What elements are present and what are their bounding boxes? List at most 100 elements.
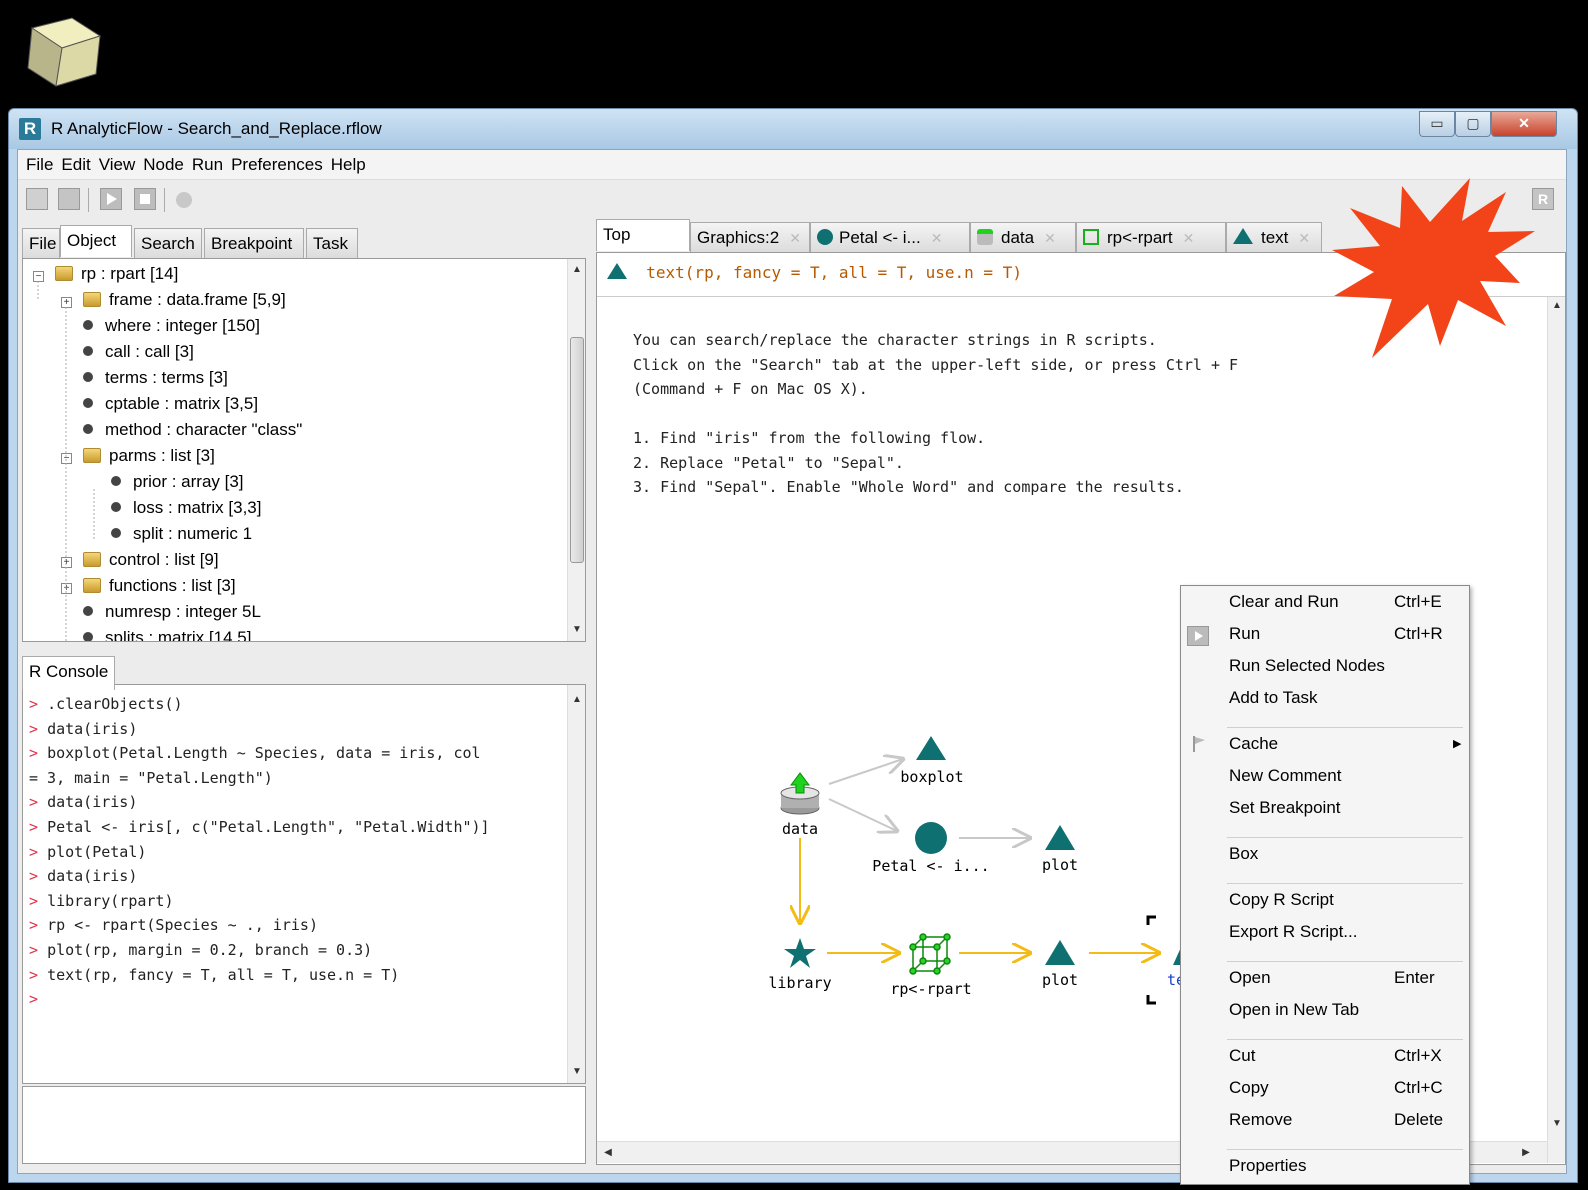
- ctx-copy-r-script[interactable]: Copy R Script: [1229, 890, 1459, 920]
- console-scrollbar[interactable]: ▲ ▼: [567, 685, 585, 1083]
- expand-icon[interactable]: +: [61, 297, 72, 308]
- r-console-output[interactable]: > .clearObjects() > data(iris) > boxplot(P…: [22, 684, 586, 1084]
- tree-row[interactable]: loss : matrix [3,3]: [111, 497, 261, 523]
- menu-run[interactable]: Run: [188, 150, 227, 180]
- tab-graphics-2[interactable]: Graphics:2 ✕: [690, 222, 810, 252]
- menu-edit[interactable]: Edit: [57, 150, 94, 180]
- minimize-button[interactable]: ▭: [1419, 111, 1455, 137]
- ctx-add-to-task[interactable]: Add to Task: [1229, 688, 1459, 718]
- object-tree: rp : rpart [14] − frame : data.frame [5,9]…: [22, 258, 586, 642]
- ctx-copy[interactable]: Copy Ctrl+C: [1229, 1078, 1459, 1108]
- tree-row[interactable]: method : character "class": [83, 419, 302, 445]
- ctx-open-in-new-tab[interactable]: Open in New Tab: [1229, 1000, 1459, 1030]
- tree-row[interactable]: numresp : integer 5L: [83, 601, 261, 627]
- close-button[interactable]: ✕: [1491, 111, 1557, 137]
- scroll-up-arrow-icon[interactable]: ▲: [568, 261, 585, 279]
- console-prompt: >: [29, 941, 48, 959]
- ctx-properties[interactable]: Properties: [1229, 1156, 1459, 1184]
- scroll-up-arrow-icon[interactable]: ▲: [568, 691, 585, 709]
- ctx-box[interactable]: Box: [1229, 844, 1459, 874]
- tab-search[interactable]: Search: [134, 228, 202, 258]
- tree-row[interactable]: cptable : matrix [3,5]: [83, 393, 258, 419]
- new-file-icon[interactable]: [26, 188, 48, 210]
- tree-row[interactable]: functions : list [3]: [83, 575, 236, 601]
- tree-row[interactable]: call : call [3]: [83, 341, 194, 367]
- ctx-run-selected-nodes[interactable]: Run Selected Nodes: [1229, 656, 1459, 686]
- collapse-icon[interactable]: −: [61, 453, 72, 464]
- ctx-export-r-script-[interactable]: Export R Script...: [1229, 922, 1459, 952]
- scroll-down-arrow-icon[interactable]: ▼: [568, 1063, 585, 1081]
- console-prompt: >: [29, 818, 48, 836]
- tree-row[interactable]: parms : list [3]: [83, 445, 215, 471]
- console-text: library(rpart): [47, 891, 174, 910]
- flow-scrollbar-vertical[interactable]: ▲ ▼: [1547, 297, 1565, 1163]
- close-tab-icon[interactable]: ✕: [931, 230, 943, 246]
- scroll-down-arrow-icon[interactable]: ▼: [568, 621, 585, 639]
- tree-row[interactable]: terms : terms [3]: [83, 367, 228, 393]
- tree-row[interactable]: split : numeric 1: [111, 523, 252, 549]
- expand-icon[interactable]: +: [61, 557, 72, 568]
- plot-node-icon[interactable]: [1045, 825, 1075, 850]
- scroll-thumb[interactable]: [570, 337, 584, 563]
- ctx-remove[interactable]: Remove Delete: [1229, 1110, 1459, 1140]
- maximize-button[interactable]: ▢: [1455, 111, 1491, 137]
- tab-task[interactable]: Task: [306, 228, 358, 258]
- close-tab-icon[interactable]: ✕: [1298, 230, 1310, 246]
- tree-row[interactable]: control : list [9]: [83, 549, 219, 575]
- menu-view[interactable]: View: [95, 150, 140, 180]
- close-tab-icon[interactable]: ✕: [1183, 230, 1195, 246]
- ctx-cut[interactable]: Cut Ctrl+X: [1229, 1046, 1459, 1076]
- rpart-node-icon[interactable]: [909, 933, 951, 975]
- scroll-up-arrow-icon[interactable]: ▲: [1548, 297, 1565, 315]
- tab-top[interactable]: Top: [596, 219, 690, 251]
- tree-row[interactable]: rp : rpart [14]: [55, 263, 178, 289]
- scroll-down-arrow-icon[interactable]: ▼: [1548, 1115, 1565, 1133]
- run-icon[interactable]: [100, 188, 122, 210]
- title-bar[interactable]: R R AnalyticFlow - Search_and_Replace.rf…: [9, 109, 1577, 149]
- ctx-cache[interactable]: Cache ▶: [1193, 734, 1462, 764]
- menu-preferences[interactable]: Preferences: [227, 150, 327, 180]
- close-tab-icon[interactable]: ✕: [789, 230, 801, 246]
- tree-row[interactable]: prior : array [3]: [111, 471, 244, 497]
- tab-file[interactable]: File: [22, 228, 60, 258]
- ctx-shortcut: Ctrl+X: [1394, 1046, 1442, 1065]
- menu-help[interactable]: Help: [327, 150, 370, 180]
- submenu-arrow-icon: ▶: [1453, 738, 1462, 750]
- tab-r-console[interactable]: R Console: [22, 656, 116, 690]
- tab-petal-i-[interactable]: Petal <- i... ✕: [810, 222, 970, 252]
- tab-object[interactable]: Object: [60, 225, 132, 257]
- tree-row[interactable]: splits : matrix [14,5]: [83, 627, 251, 641]
- menu-node[interactable]: Node: [139, 150, 188, 180]
- ctx-label: Properties: [1229, 1156, 1307, 1175]
- expand-icon[interactable]: +: [61, 583, 72, 594]
- save-icon[interactable]: [58, 188, 80, 210]
- tab-data[interactable]: data ✕: [970, 222, 1076, 252]
- ctx-open[interactable]: Open Enter: [1229, 968, 1459, 998]
- close-tab-icon[interactable]: ✕: [1044, 230, 1056, 246]
- ctx-set-breakpoint[interactable]: Set Breakpoint: [1229, 798, 1459, 828]
- ctx-clear-and-run[interactable]: Clear and Run Ctrl+E: [1229, 592, 1459, 622]
- breakpoint-icon[interactable]: [176, 192, 192, 208]
- stop-icon[interactable]: [134, 188, 156, 210]
- tab-breakpoint[interactable]: Breakpoint: [204, 228, 304, 258]
- ctx-run[interactable]: Run Ctrl+R: [1187, 624, 1459, 654]
- scroll-right-arrow-icon[interactable]: ▶: [1517, 1144, 1535, 1162]
- tree-row[interactable]: frame : data.frame [5,9]: [83, 289, 286, 315]
- tree-scrollbar[interactable]: ▲ ▼: [567, 259, 585, 641]
- plot2-node-icon[interactable]: [1045, 940, 1075, 965]
- console-text: data(iris): [47, 867, 138, 886]
- toolbar-divider: [88, 188, 89, 212]
- console-input[interactable]: [22, 1086, 586, 1164]
- ctx-new-comment[interactable]: New Comment: [1229, 766, 1459, 796]
- tab-rp-rpart[interactable]: rp<-rpart ✕: [1076, 222, 1226, 252]
- boxplot-node-icon[interactable]: [916, 736, 946, 760]
- tab-text[interactable]: text ✕: [1226, 222, 1322, 252]
- tree-row[interactable]: where : integer [150]: [83, 315, 260, 341]
- scroll-left-arrow-icon[interactable]: ◀: [599, 1144, 617, 1162]
- data-node-icon[interactable]: [780, 772, 820, 815]
- menu-file[interactable]: File: [22, 150, 57, 180]
- library-node-icon[interactable]: [784, 938, 816, 968]
- collapse-icon[interactable]: −: [33, 271, 44, 282]
- ctx-label: Set Breakpoint: [1229, 798, 1341, 817]
- petal-node-icon[interactable]: [915, 822, 947, 854]
